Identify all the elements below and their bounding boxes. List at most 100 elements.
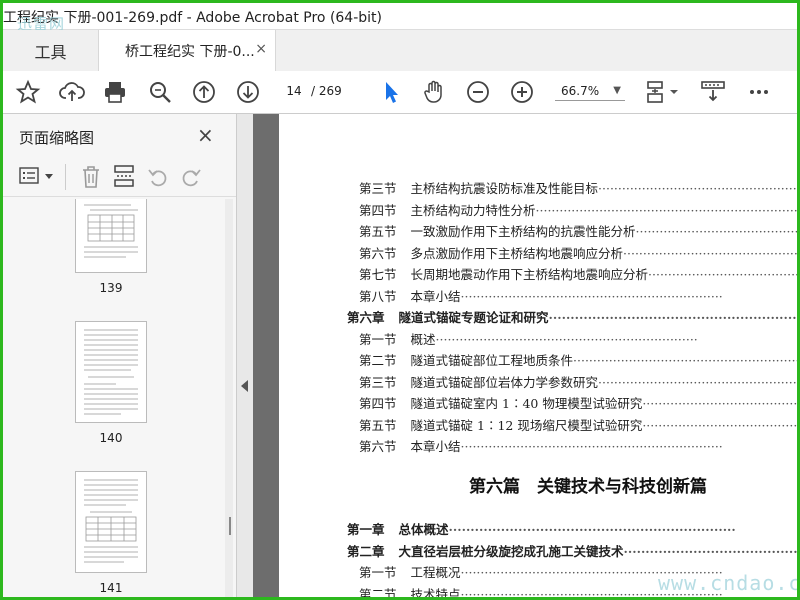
sidebar-title: 页面缩略图: [19, 129, 95, 147]
tab-close-icon[interactable]: ×: [255, 41, 267, 57]
chevron-down-icon[interactable]: [44, 173, 54, 181]
page-down-icon[interactable]: [235, 79, 261, 105]
zoom-value: 66.7%: [561, 84, 600, 98]
toc-leader-dots: ········································…: [635, 224, 799, 239]
toc-entry[interactable]: 第七节 长周期地震动作用下主桥结构地震响应分析··················…: [359, 264, 800, 283]
toc-entry-number: 第五节: [359, 417, 397, 433]
trash-icon[interactable]: [80, 165, 102, 189]
chevron-down-icon: ▼: [613, 85, 621, 96]
toc-entry-text: 长周期地震动作用下主桥结构地震响应分析: [410, 267, 649, 282]
toc-leader-dots: ········································…: [642, 417, 798, 433]
sidebar-collapse-strip[interactable]: [237, 114, 253, 597]
tab-bar: 工具 桥工程纪实 下册-0... ×: [3, 30, 797, 72]
page-thumbnail[interactable]: [75, 471, 147, 573]
chevron-down-icon[interactable]: [669, 87, 679, 97]
toc-entry[interactable]: 第二章 大直径岩层桩分级旋挖成孔施工关键技术···················…: [347, 541, 800, 560]
toc-entry-text: 本章小结: [410, 439, 461, 454]
scroll-mode-icon[interactable]: [700, 79, 726, 105]
tab-document[interactable]: 桥工程纪实 下册-0... ×: [98, 30, 276, 72]
thumbnail-label: 139: [99, 281, 123, 295]
toc-entry[interactable]: 第四节 主桥结构动力特性分析···························…: [359, 200, 798, 219]
zoom-search-icon[interactable]: [147, 79, 173, 105]
toc-entry[interactable]: 第五节 隧道式锚碇 1∶12 现场缩尺模型试验研究················…: [359, 415, 798, 434]
print-icon[interactable]: [102, 79, 128, 105]
toc-leader-dots: ········································…: [535, 202, 798, 218]
toc-entry[interactable]: 第六节 多点激励作用下主桥结构地震响应分析····················…: [359, 243, 798, 262]
tab-tools[interactable]: 工具: [3, 30, 98, 71]
cloud-upload-icon[interactable]: [59, 79, 85, 105]
toc-entry-text: 隧道式锚碇部位岩体力学参数研究: [410, 374, 599, 390]
toc-entry[interactable]: 第三节 主桥结构抗震设防标准及性能目标······················…: [359, 178, 797, 197]
toc-leader-dots: ········································…: [460, 288, 723, 304]
star-icon[interactable]: [15, 79, 41, 105]
toc-entry-text: 多点激励作用下主桥结构地震响应分析: [410, 245, 624, 261]
rotate-cw-icon[interactable]: [180, 166, 202, 188]
hand-icon[interactable]: [421, 79, 447, 105]
zoom-select[interactable]: 66.7% ▼: [555, 81, 625, 101]
toc-entry-number: 第二节: [359, 353, 397, 368]
tab-document-label: 桥工程纪实 下册-0...: [125, 44, 255, 60]
thumbnail-label: 141: [99, 581, 123, 595]
toc-entry-number: 第一节: [359, 331, 397, 347]
toc-entry-text: 隧道式锚碇专题论证和研究: [398, 310, 549, 325]
page-thumbnail-image: [84, 479, 138, 563]
toc-entry-text: 大直径岩层桩分级旋挖成孔施工关键技术: [398, 543, 624, 559]
thumbnail-options-icon[interactable]: [19, 166, 41, 186]
more-icon[interactable]: [746, 79, 772, 105]
toc-entry[interactable]: 第一节 概述···································…: [359, 329, 698, 348]
toc-entry-text: 工程概况: [410, 565, 461, 580]
select-cursor-icon[interactable]: [378, 79, 404, 105]
toolbar: [3, 71, 797, 175]
scrollbar-thumb[interactable]: [229, 517, 231, 535]
toc-entry[interactable]: 第八节 本章小结·································…: [359, 286, 723, 305]
toc-entry[interactable]: 第一章 总体概述·································…: [347, 519, 736, 538]
title-bar: 工程纪实 下册-001-269.pdf - Adobe Acrobat Pro …: [3, 3, 797, 33]
toc-entry-number: 第四节: [359, 202, 397, 218]
toc-leader-dots: ········································…: [573, 353, 800, 368]
page-up-icon[interactable]: [191, 79, 217, 105]
document-page: 第三节 主桥结构抗震设防标准及性能目标 ······················…: [279, 114, 800, 600]
toc-leader-dots: ········································…: [598, 374, 800, 390]
toc-entry-text: 隧道式锚碇 1∶12 现场缩尺模型试验研究: [410, 417, 643, 433]
insert-page-icon[interactable]: [113, 164, 135, 188]
page-thumbnail[interactable]: [75, 321, 147, 423]
thumbnail-label: 140: [99, 431, 123, 445]
toc-entry-text: 本章小结: [410, 288, 461, 304]
sidebar-close-icon[interactable]: ×: [197, 123, 214, 147]
toc-entry-number: 第一节: [359, 565, 397, 580]
toc-leader-dots: ········································…: [623, 543, 800, 559]
sidebar-separator: [65, 164, 66, 190]
toc-entry-number: 第二节: [359, 586, 397, 600]
thumbnail-list: 139 140 141: [3, 199, 225, 597]
page-thumbnail-image: [84, 204, 138, 258]
fit-page-icon[interactable]: [643, 79, 669, 105]
toc-entry[interactable]: 第六章 隧道式锚碇专题论证和研究·························…: [347, 307, 797, 326]
toc-entry-number: 第三节: [359, 374, 397, 390]
toc-entry[interactable]: 第五节 一致激励作用下主桥结构的抗震性能分析···················…: [359, 221, 799, 240]
toc-entry-text: 主桥结构动力特性分析: [410, 202, 536, 218]
toc-entry-number: 第七节: [359, 267, 397, 282]
document-viewer: 第三节 主桥结构抗震设防标准及性能目标 ······················…: [253, 114, 800, 600]
zoom-in-icon[interactable]: [509, 79, 535, 105]
sidebar-scrollbar[interactable]: [225, 199, 233, 597]
toc-leader-dots: ········································…: [448, 522, 736, 537]
toc-entry-text: 主桥结构抗震设防标准及性能目标: [410, 181, 599, 196]
toc-entry[interactable]: 第四节 隧道式锚碇室内 1∶40 物理模型试验研究················…: [359, 393, 797, 412]
toc-leader-dots: ········································…: [648, 267, 800, 282]
collapse-arrow-icon[interactable]: [241, 380, 248, 392]
toc-entry-text: 总体概述: [398, 522, 449, 537]
rotate-ccw-icon[interactable]: [147, 166, 169, 188]
toc-entry-text: 技术特点: [410, 586, 461, 600]
toc-entry-number: 第二章: [347, 543, 385, 559]
toc-entry-number: 第八节: [359, 288, 397, 304]
toc-entry[interactable]: 第六节 本章小结·································…: [359, 436, 723, 455]
toc-entry-text: 概述: [410, 331, 436, 347]
page-total: / 269: [311, 84, 342, 98]
page-thumbnail[interactable]: [75, 199, 147, 273]
zoom-out-icon[interactable]: [465, 79, 491, 105]
page-thumbnail-image: [84, 329, 138, 415]
toc-entry[interactable]: 第二节 隧道式锚碇部位工程地质条件························…: [359, 350, 800, 369]
toc-leader-dots: ········································…: [623, 245, 798, 261]
page-number-input[interactable]: 14: [278, 81, 310, 101]
toc-entry[interactable]: 第三节 隧道式锚碇部位岩体力学参数研究······················…: [359, 372, 800, 391]
